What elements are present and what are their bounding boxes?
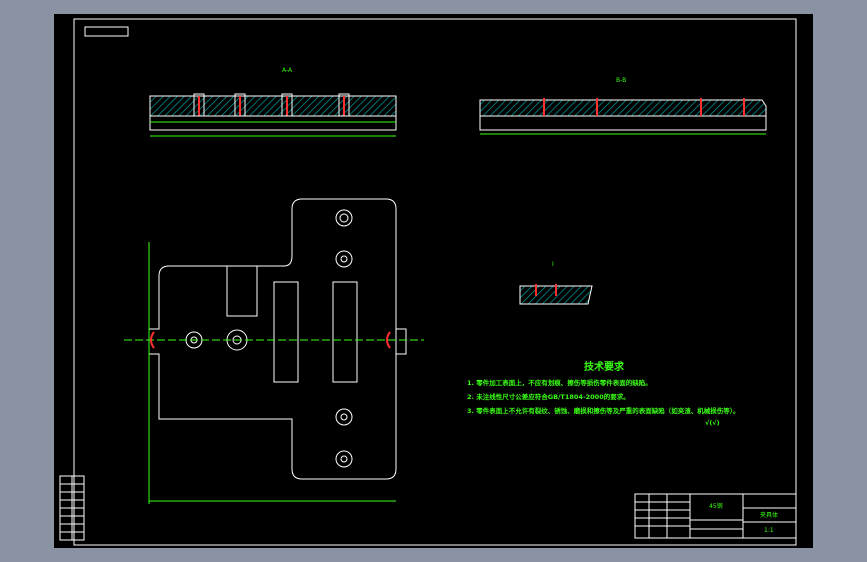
material-label: 45钢: [709, 502, 723, 510]
requirement-1: 1. 零件加工表面上，不应有划痕、擦伤等损伤零件表面的缺陷。: [467, 379, 652, 387]
detail-section-view: [519, 284, 593, 305]
cad-drawing: 45钢 夹具体 1:1 A-A B-B I: [59, 18, 797, 546]
side-section-view: [479, 98, 767, 135]
roughness-symbol: √(√): [705, 419, 720, 427]
section-label-a: A-A: [282, 67, 293, 74]
section-label-b: B-B: [616, 77, 626, 84]
part-name: 夹具体: [760, 511, 778, 519]
tech-requirements-title: 技术要求: [584, 362, 624, 373]
revision-table: [59, 475, 85, 541]
requirement-2: 2. 未注线性尺寸公差应符合GB/T1804-2000的要求。: [467, 393, 630, 401]
plan-view: [124, 198, 424, 504]
requirement-3: 3. 零件表面上不允许有裂纹、锈蚀、磨损和擦伤等及严重的表面缺陷（如夹渣、机械损…: [467, 407, 740, 415]
section-label-c: I: [552, 261, 554, 268]
drawing-sheet: 45钢 夹具体 1:1 A-A B-B I 技术要求 1. 零件加工表面上，不应…: [54, 14, 813, 548]
drawing-number-box: [84, 26, 129, 37]
front-section-view: [149, 93, 397, 137]
scale-label: 1:1: [764, 527, 774, 534]
